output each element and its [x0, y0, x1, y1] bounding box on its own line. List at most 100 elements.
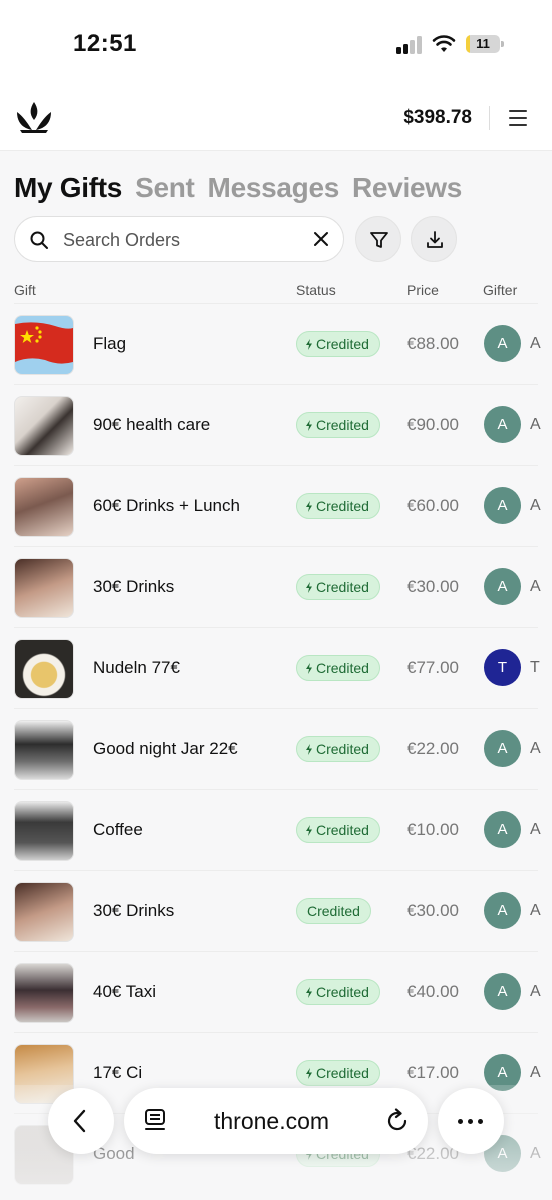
gift-name[interactable]: Good night Jar 22€: [93, 739, 238, 759]
lightning-bolt-icon: [306, 662, 312, 674]
table-row[interactable]: 60€ Drinks + Lunch Credited €60.00 A A: [14, 465, 541, 546]
gift-thumbnail[interactable]: [14, 477, 74, 537]
gifter-avatar[interactable]: A: [484, 973, 521, 1010]
battery-icon: 11: [466, 35, 500, 53]
gift-name[interactable]: 90€ health care: [93, 415, 210, 435]
gifter-name[interactable]: A: [530, 983, 541, 1001]
gift-price: €90.00: [407, 415, 459, 434]
gifter-avatar[interactable]: A: [484, 325, 521, 362]
gift-thumbnail[interactable]: [14, 963, 74, 1023]
status-badge: Credited: [296, 1060, 380, 1086]
table-row[interactable]: 30€ Drinks Credited €30.00 A A: [14, 546, 541, 627]
status-label: Credited: [307, 903, 360, 919]
gift-price: €22.00: [407, 739, 459, 758]
search-input[interactable]: [61, 225, 305, 255]
table-header: Gift Status Price Gifter: [0, 280, 552, 302]
hamburger-menu-icon[interactable]: [506, 107, 532, 129]
gift-name[interactable]: 60€ Drinks + Lunch: [93, 496, 240, 516]
table-row[interactable]: Good night Jar 22€ Credited €22.00 A A: [14, 708, 541, 789]
gift-name[interactable]: Coffee: [93, 820, 143, 840]
gift-name[interactable]: 30€ Drinks: [93, 577, 174, 597]
tab-sent[interactable]: Sent: [135, 172, 195, 204]
tab-bar: My Gifts Sent Messages Reviews: [14, 172, 475, 204]
gift-price: €60.00: [407, 496, 459, 515]
browser-back-button[interactable]: [48, 1088, 114, 1154]
lightning-bolt-icon: [306, 581, 312, 593]
gifter-name[interactable]: A: [530, 1064, 541, 1082]
gift-thumbnail[interactable]: [14, 720, 74, 780]
table-row[interactable]: Nudeln 77€ Credited €77.00 T T: [14, 627, 540, 708]
gift-name[interactable]: Nudeln 77€: [93, 658, 180, 678]
gifter-name[interactable]: T: [530, 659, 540, 677]
gift-thumbnail[interactable]: [14, 882, 74, 942]
chevron-left-icon: [73, 1109, 86, 1133]
table-row[interactable]: Coffee Credited €10.00 A A: [14, 789, 541, 870]
status-label: Credited: [316, 417, 369, 433]
status-label: Credited: [316, 741, 369, 757]
more-dot: [478, 1119, 483, 1124]
gift-price: €10.00: [407, 820, 459, 839]
lightning-bolt-icon: [306, 500, 312, 512]
gifter-avatar[interactable]: A: [484, 811, 521, 848]
lightning-bolt-icon: [306, 986, 312, 998]
download-icon: [427, 231, 443, 248]
gift-thumbnail[interactable]: [14, 558, 74, 618]
gifter-name[interactable]: A: [530, 497, 541, 515]
gifter-avatar[interactable]: A: [484, 487, 521, 524]
gifter-name[interactable]: A: [530, 578, 541, 596]
gift-name[interactable]: 30€ Drinks: [93, 901, 174, 921]
gift-name[interactable]: 40€ Taxi: [93, 982, 156, 1002]
gift-price: €30.00: [407, 577, 459, 596]
gift-price: €17.00: [407, 1063, 459, 1082]
table-row[interactable]: 90€ health care Credited €90.00 A A: [14, 384, 541, 465]
table-row[interactable]: Flag Credited €88.00 A A: [14, 303, 541, 384]
reload-icon[interactable]: [384, 1108, 410, 1134]
gift-name[interactable]: Flag: [93, 334, 126, 354]
tab-messages[interactable]: Messages: [208, 172, 340, 204]
gift-name[interactable]: 17€ Ci: [93, 1063, 142, 1083]
gifter-avatar[interactable]: A: [484, 892, 521, 929]
download-button[interactable]: [411, 216, 457, 262]
status-badge: Credited: [296, 736, 380, 762]
column-gifter[interactable]: Gifter: [483, 282, 517, 298]
browser-address-bar[interactable]: throne.com: [124, 1088, 428, 1154]
gift-price: €77.00: [407, 658, 459, 677]
gift-thumbnail[interactable]: [14, 801, 74, 861]
more-dot: [458, 1119, 463, 1124]
clear-search-icon[interactable]: [313, 231, 329, 247]
column-status[interactable]: Status: [296, 282, 336, 298]
url-text[interactable]: throne.com: [214, 1108, 329, 1135]
gifter-name[interactable]: A: [530, 902, 541, 920]
more-options-button[interactable]: [438, 1088, 504, 1154]
lightning-bolt-icon: [306, 338, 312, 350]
tab-my-gifts[interactable]: My Gifts: [14, 172, 122, 204]
app-header: $398.78: [0, 90, 552, 151]
gifter-avatar[interactable]: A: [484, 568, 521, 605]
tab-reviews[interactable]: Reviews: [352, 172, 462, 204]
gifter-name[interactable]: A: [530, 821, 541, 839]
wallet-balance[interactable]: $398.78: [403, 107, 472, 129]
gifter-name[interactable]: A: [530, 740, 541, 758]
gifter-avatar[interactable]: T: [484, 649, 521, 686]
reader-tabs-icon[interactable]: [144, 1108, 168, 1134]
cellular-signal-icon: [396, 36, 424, 54]
column-price[interactable]: Price: [407, 282, 439, 298]
filter-button[interactable]: [355, 216, 401, 262]
column-gift[interactable]: Gift: [14, 282, 36, 298]
wifi-icon: [432, 35, 456, 52]
gift-thumbnail[interactable]: [14, 639, 74, 699]
gifter-avatar[interactable]: A: [484, 406, 521, 443]
gift-thumbnail[interactable]: [14, 315, 74, 375]
crown-logo-icon[interactable]: [14, 100, 54, 134]
gifter-avatar[interactable]: A: [484, 730, 521, 767]
status-label: Credited: [316, 660, 369, 676]
gifter-name[interactable]: A: [530, 335, 541, 353]
gifter-name[interactable]: A: [530, 416, 541, 434]
search-bar[interactable]: [14, 216, 344, 262]
battery-tip: [501, 41, 504, 47]
status-badge: Credited: [296, 655, 380, 681]
table-row[interactable]: 40€ Taxi Credited €40.00 A A: [14, 951, 541, 1032]
table-row[interactable]: 30€ Drinks Credited €30.00 A A: [14, 870, 541, 951]
status-label: Credited: [316, 336, 369, 352]
gift-thumbnail[interactable]: [14, 396, 74, 456]
